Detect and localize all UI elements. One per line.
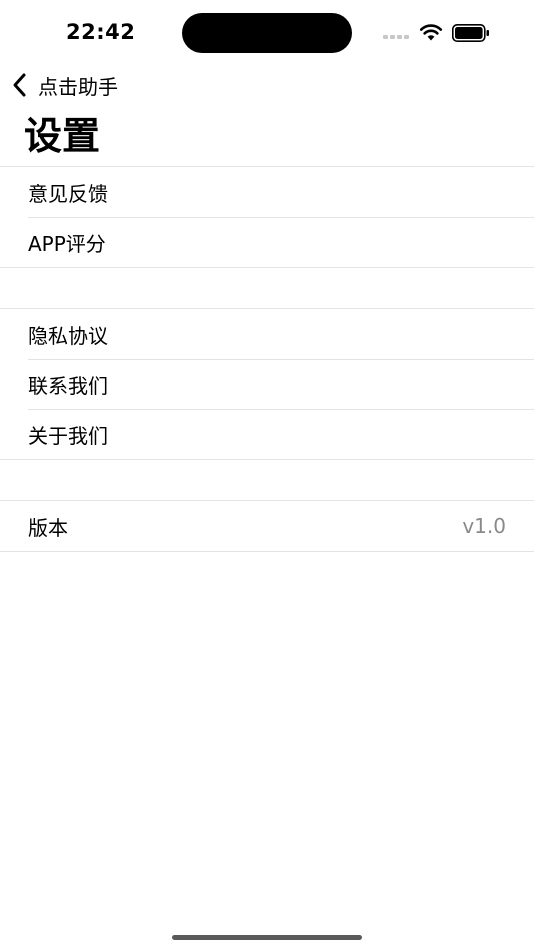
version-value: v1.0 — [462, 514, 506, 538]
settings-row-label: 隐私协议 — [28, 323, 108, 348]
settings-row-contact[interactable]: 联系我们 — [0, 359, 534, 409]
settings-group-feedback: 意见反馈 APP评分 — [0, 166, 534, 268]
back-button[interactable]: 点击助手 — [10, 70, 118, 100]
settings-group-version: 版本 v1.0 — [0, 500, 534, 552]
battery-icon — [452, 24, 489, 42]
settings-row-label: 意见反馈 — [28, 181, 108, 206]
status-bar: 22:42 — [0, 0, 534, 62]
home-indicator[interactable] — [172, 935, 362, 940]
back-button-label: 点击助手 — [38, 74, 118, 99]
status-time: 22:42 — [66, 20, 136, 44]
settings-row-label: 联系我们 — [28, 373, 108, 398]
settings-row-label: APP评分 — [28, 231, 106, 256]
chevron-left-icon — [13, 73, 26, 97]
settings-row-privacy[interactable]: 隐私协议 — [0, 309, 534, 359]
settings-group-info: 隐私协议 联系我们 关于我们 — [0, 308, 534, 460]
signal-icon — [383, 35, 411, 39]
page-title: 设置 — [24, 114, 101, 158]
settings-row-app-rating[interactable]: APP评分 — [0, 217, 534, 267]
dynamic-island — [182, 13, 352, 53]
settings-row-label: 关于我们 — [28, 423, 108, 448]
settings-row-version: 版本 v1.0 — [0, 501, 534, 551]
wifi-icon — [419, 24, 443, 41]
settings-list: 意见反馈 APP评分 隐私协议 联系我们 关于我们 版本 v1.0 — [0, 166, 534, 552]
settings-row-feedback[interactable]: 意见反馈 — [0, 167, 534, 217]
settings-row-about[interactable]: 关于我们 — [0, 409, 534, 459]
settings-row-label: 版本 — [28, 515, 68, 540]
